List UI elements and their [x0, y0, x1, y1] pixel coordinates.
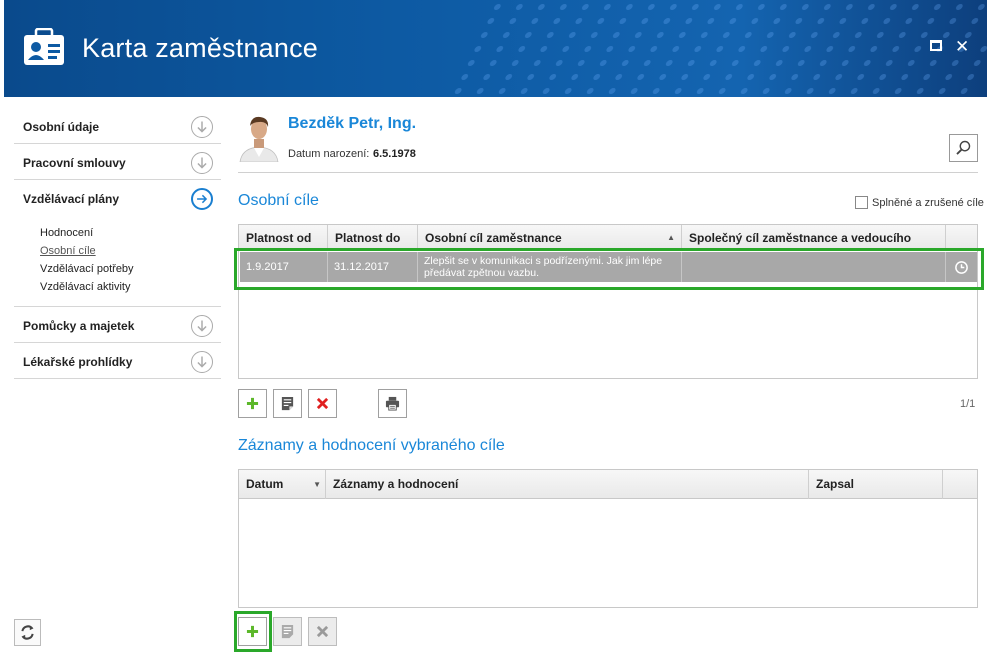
- sidebar-subitems: Hodnocení Osobní cíle Vzdělávací potřeby…: [14, 216, 221, 307]
- search-button[interactable]: [949, 134, 978, 162]
- column-header-zaznamy[interactable]: Záznamy a hodnocení: [326, 470, 809, 499]
- dob-value: 6.5.1978: [373, 148, 416, 160]
- avatar: [238, 112, 280, 162]
- subitem-hodnoceni[interactable]: Hodnocení: [40, 224, 221, 242]
- column-header-datum[interactable]: Datum ▼: [239, 470, 326, 499]
- column-header-label: Osobní cíl zaměstnance: [425, 231, 562, 245]
- sidebar-item-pracovni-smlouvy[interactable]: Pracovní smlouvy: [14, 144, 221, 180]
- sidebar-item-lekarske-prohlidky[interactable]: Lékařské prohlídky: [14, 343, 221, 379]
- maximize-icon[interactable]: [930, 40, 942, 51]
- completed-cancelled-filter[interactable]: Splněné a zrušené cíle: [855, 196, 984, 209]
- window-header: Karta zaměstnance ✕: [4, 0, 987, 97]
- sidebar-item-vzdelavaci-plany[interactable]: Vzdělávací plány: [14, 180, 221, 216]
- sidebar-item-label: Vzdělávací plány: [23, 192, 120, 206]
- records-grid-header: Datum ▼ Záznamy a hodnocení Zapsal: [239, 470, 977, 499]
- completed-cancelled-checkbox[interactable]: [855, 196, 868, 209]
- column-header-platnost-do[interactable]: Platnost do: [328, 225, 418, 251]
- column-header-label: Datum: [246, 477, 284, 491]
- sort-descending-icon: ▼: [313, 480, 321, 489]
- cell-spolecny-cil: [682, 252, 946, 282]
- subitem-vzdelavaci-aktivity[interactable]: Vzdělávací aktivity: [40, 278, 221, 296]
- refresh-button[interactable]: [14, 619, 41, 646]
- sidebar-item-label: Pracovní smlouvy: [23, 156, 126, 170]
- plus-icon: [246, 397, 259, 410]
- arrow-down-circle-icon[interactable]: [191, 351, 213, 373]
- pager: 1/1: [960, 398, 976, 410]
- sidebar-item-label: Pomůcky a majetek: [23, 319, 135, 333]
- column-header-platnost-od[interactable]: Platnost od: [239, 225, 328, 251]
- goals-section-title: Osobní cíle: [238, 192, 319, 209]
- sidebar-item-osobni-udaje[interactable]: Osobní údaje: [14, 108, 221, 144]
- table-row[interactable]: 1.9.2017 31.12.2017 Zlepšit se v komunik…: [240, 252, 977, 282]
- cell-platnost-do: 31.12.2017: [328, 252, 418, 282]
- add-goal-button[interactable]: [238, 389, 267, 418]
- delete-goal-button[interactable]: [308, 389, 337, 418]
- edit-record-button[interactable]: [273, 617, 302, 646]
- column-header-spolecny-cil[interactable]: Společný cíl zaměstnance a vedoucího: [682, 225, 946, 251]
- subitem-vzdelavaci-potreby[interactable]: Vzdělávací potřeby: [40, 260, 221, 278]
- window-title: Karta zaměstnance: [82, 33, 319, 63]
- sidebar-item-label: Osobní údaje: [23, 120, 100, 134]
- print-button[interactable]: [378, 389, 407, 418]
- delete-x-icon: [316, 625, 329, 638]
- column-header-osobni-cil[interactable]: Osobní cíl zaměstnance ▲: [418, 225, 682, 251]
- arrow-down-circle-icon[interactable]: [191, 315, 213, 337]
- subitem-osobni-cile[interactable]: Osobní cíle: [40, 242, 221, 260]
- sidebar-item-pomucky-a-majetek[interactable]: Pomůcky a majetek: [14, 307, 221, 343]
- separator: [238, 172, 978, 173]
- goals-grid: Platnost od Platnost do Osobní cíl zaměs…: [238, 224, 978, 379]
- sort-ascending-icon: ▲: [667, 233, 675, 242]
- plus-icon: [246, 625, 259, 638]
- completed-cancelled-label: Splněné a zrušené cíle: [872, 196, 984, 209]
- sidebar: Osobní údaje Pracovní smlouvy Vzdělávací…: [14, 108, 221, 379]
- cell-platnost-od: 1.9.2017: [240, 252, 328, 282]
- history-clock-icon[interactable]: [946, 252, 977, 282]
- header-pattern: [444, 0, 987, 97]
- goals-grid-header: Platnost od Platnost do Osobní cíl zaměs…: [239, 225, 977, 251]
- arrow-down-circle-icon[interactable]: [191, 116, 213, 138]
- records-grid: Datum ▼ Záznamy a hodnocení Zapsal: [238, 469, 978, 608]
- add-record-button[interactable]: [238, 617, 267, 646]
- delete-x-icon: [316, 397, 329, 410]
- printer-icon: [385, 396, 400, 411]
- cell-osobni-cil: Zlepšit se v komunikaci s podřízenými. J…: [418, 252, 682, 282]
- records-section-title: Záznamy a hodnocení vybraného cíle: [238, 437, 505, 454]
- edit-goal-button[interactable]: [273, 389, 302, 418]
- edit-note-icon: [281, 396, 294, 411]
- sidebar-item-label: Lékařské prohlídky: [23, 355, 133, 369]
- dob-label: Datum narození:: [288, 148, 370, 160]
- refresh-icon: [21, 625, 34, 640]
- id-card-icon: [22, 27, 66, 68]
- column-header-zapsal[interactable]: Zapsal: [809, 470, 943, 499]
- arrow-down-circle-icon[interactable]: [191, 152, 213, 174]
- employee-name: Bezděk Petr, Ing.: [288, 115, 417, 132]
- edit-note-icon: [281, 624, 294, 639]
- arrow-right-circle-icon[interactable]: [191, 188, 213, 210]
- search-icon: [956, 140, 971, 155]
- close-icon[interactable]: ✕: [955, 37, 969, 57]
- delete-record-button[interactable]: [308, 617, 337, 646]
